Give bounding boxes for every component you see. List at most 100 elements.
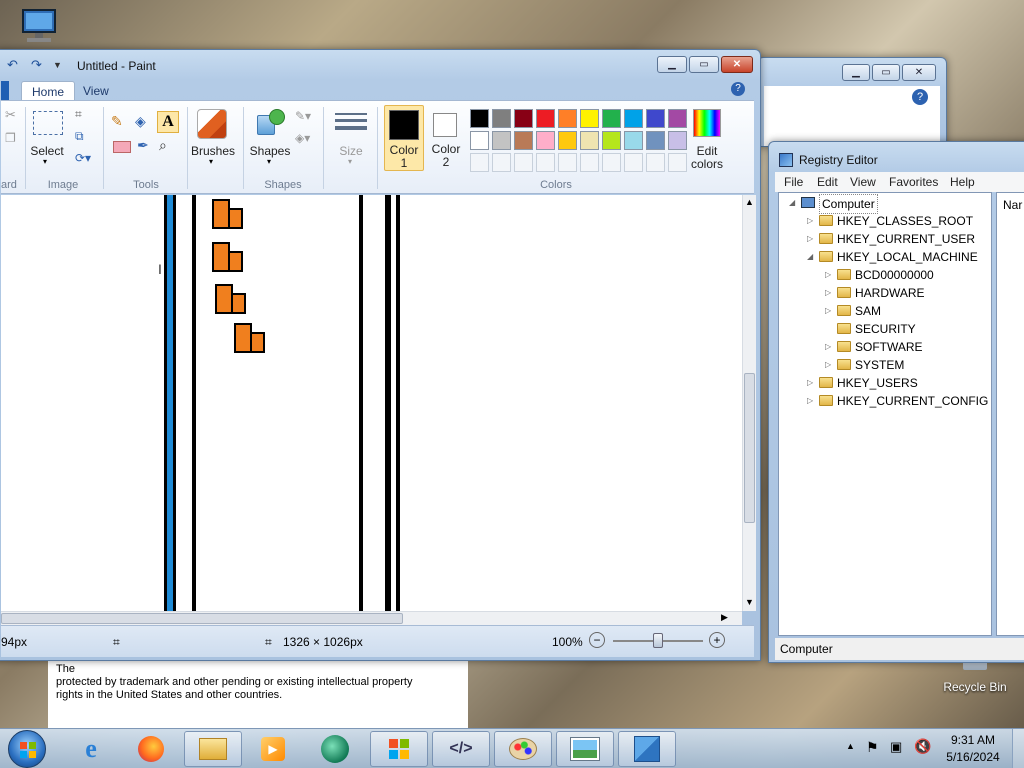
quick-access-dropdown-icon[interactable]: ▼ [53, 60, 62, 70]
text-icon[interactable]: A [157, 111, 179, 133]
palette-swatch[interactable] [580, 109, 599, 128]
menu-edit[interactable]: Edit [817, 175, 838, 189]
color1-button[interactable]: Color 1 [384, 105, 424, 171]
close-button[interactable]: ✕ [902, 64, 936, 81]
name-column-header[interactable]: Nar [1003, 198, 1022, 212]
taskbar-media-player[interactable]: ▶ [244, 731, 302, 767]
menu-view[interactable]: View [850, 175, 876, 189]
palette-swatch[interactable] [558, 109, 577, 128]
show-desktop-button[interactable] [1012, 729, 1024, 768]
palette-swatch[interactable] [602, 131, 621, 150]
expand-icon[interactable]: ▷ [807, 392, 817, 410]
maximize-button[interactable]: ▭ [689, 56, 719, 73]
horizontal-scrollbar[interactable]: ▶ [1, 611, 742, 625]
tab-view[interactable]: View [73, 81, 119, 101]
help-icon[interactable]: ? [731, 82, 745, 96]
network-icon[interactable]: ▣ [890, 739, 902, 755]
start-button[interactable] [8, 730, 46, 768]
expand-icon[interactable]: ▷ [825, 338, 835, 356]
expand-icon[interactable]: ▷ [825, 302, 835, 320]
action-center-flag-icon[interactable]: ⚑ [866, 739, 879, 756]
palette-swatch-empty[interactable] [580, 153, 599, 172]
size-dropdown-icon[interactable]: ▾ [348, 157, 352, 166]
taskbar-file-explorer[interactable] [184, 731, 242, 767]
zoom-slider-thumb[interactable] [653, 633, 663, 648]
palette-swatch[interactable] [624, 131, 643, 150]
registry-tree[interactable]: ◢ Computer ▷ HKEY_CLASSES_ROOT ▷ HKEY_CU… [778, 192, 992, 636]
minimize-button[interactable]: ▁ [657, 56, 687, 73]
shapes-dropdown-icon[interactable]: ▾ [267, 157, 271, 166]
values-pane[interactable]: Nar [996, 192, 1024, 636]
clock-time[interactable]: 9:31 AM [940, 733, 1006, 747]
edit-colors-label-b[interactable]: colors [687, 158, 727, 171]
zoom-in-button[interactable]: + [709, 632, 725, 648]
registry-editor-window[interactable]: Registry Editor File Edit View Favorites… [768, 141, 1024, 663]
maximize-button[interactable]: ▭ [872, 64, 900, 81]
fill-icon[interactable]: ◈ [135, 113, 155, 133]
expand-icon[interactable]: ▷ [825, 284, 835, 302]
size-icon[interactable] [335, 111, 367, 135]
color2-button[interactable]: Color 2 [427, 105, 465, 171]
expand-icon[interactable]: ▷ [807, 212, 817, 230]
palette-swatch[interactable] [668, 131, 687, 150]
brushes-icon[interactable] [197, 109, 227, 139]
palette-swatch[interactable] [558, 131, 577, 150]
pencil-icon[interactable]: ✎ [111, 113, 131, 133]
palette-swatch[interactable] [514, 109, 533, 128]
palette-swatch-empty[interactable] [624, 153, 643, 172]
palette-swatch-empty[interactable] [492, 153, 511, 172]
taskbar-media-center[interactable] [306, 731, 364, 767]
computer-desktop-icon[interactable] [14, 6, 64, 48]
close-button[interactable]: ✕ [721, 56, 753, 73]
taskbar-firefox[interactable] [122, 731, 180, 767]
crop-icon[interactable]: ⌗ [75, 107, 82, 122]
brushes-dropdown-icon[interactable]: ▾ [209, 157, 213, 166]
expand-icon[interactable]: ▷ [807, 374, 817, 392]
expand-icon[interactable]: ▷ [807, 230, 817, 248]
scroll-down-icon[interactable]: ▼ [745, 597, 754, 607]
taskbar-registry-editor[interactable] [618, 731, 676, 767]
rotate-icon[interactable]: ⟳▾ [75, 151, 91, 165]
palette-swatch[interactable] [602, 109, 621, 128]
zoom-slider[interactable] [613, 633, 703, 648]
palette-swatch-empty[interactable] [558, 153, 577, 172]
minimize-button[interactable]: ▁ [842, 64, 870, 81]
expand-icon[interactable]: ▷ [825, 266, 835, 284]
palette-swatch-empty[interactable] [668, 153, 687, 172]
palette-swatch[interactable] [646, 109, 665, 128]
zoom-out-button[interactable]: − [589, 632, 605, 648]
palette-swatch[interactable] [492, 109, 511, 128]
redo-icon[interactable]: ↷ [31, 57, 42, 73]
paint-window[interactable]: ↶ ↷ ▼ Untitled - Paint ▁ ▭ ✕ Home View ?… [0, 49, 761, 661]
clock-date[interactable]: 5/16/2024 [940, 750, 1006, 764]
magnifier-icon[interactable]: ⌕ [159, 137, 167, 154]
palette-swatch[interactable] [624, 109, 643, 128]
taskbar-windows-app[interactable] [370, 731, 428, 767]
palette-swatch[interactable] [536, 131, 555, 150]
select-icon[interactable] [33, 111, 63, 135]
palette-swatch[interactable] [470, 131, 489, 150]
color-picker-icon[interactable]: ✒ [137, 137, 149, 154]
expand-icon[interactable]: ▷ [825, 356, 835, 374]
taskbar-paint[interactable] [494, 731, 552, 767]
palette-swatch[interactable] [492, 131, 511, 150]
taskbar-internet-explorer[interactable]: e [62, 731, 120, 767]
palette-swatch-empty[interactable] [646, 153, 665, 172]
resize-icon[interactable]: ⧉ [75, 129, 84, 144]
file-menu-tab[interactable] [1, 81, 9, 100]
palette-swatch[interactable] [580, 131, 599, 150]
outline-icon[interactable]: ✎▾ [295, 109, 311, 123]
shape-fill-icon[interactable]: ◈▾ [295, 131, 310, 145]
tab-home[interactable]: Home [21, 81, 76, 101]
menu-favorites[interactable]: Favorites [889, 175, 938, 189]
select-dropdown-icon[interactable]: ▾ [43, 157, 47, 166]
menu-help[interactable]: Help [950, 175, 975, 189]
palette-swatch-empty[interactable] [536, 153, 555, 172]
shapes-icon[interactable] [255, 107, 285, 139]
volume-muted-icon[interactable]: 🔇 [914, 738, 931, 755]
cut-icon[interactable]: ✂ [5, 107, 16, 123]
palette-swatch[interactable] [668, 109, 687, 128]
collapse-icon[interactable]: ◢ [789, 194, 799, 212]
help-icon[interactable]: ? [912, 89, 928, 105]
taskbar-photo-viewer[interactable] [556, 731, 614, 767]
